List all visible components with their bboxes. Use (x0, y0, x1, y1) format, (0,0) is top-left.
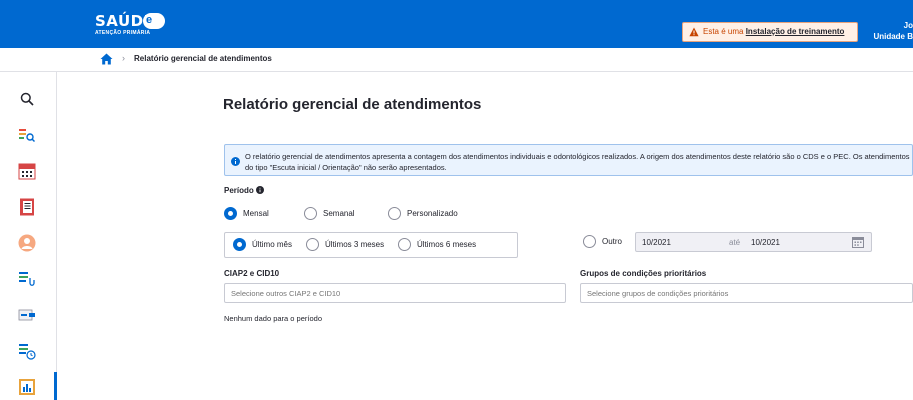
sidebar-item-history[interactable] (14, 338, 40, 364)
sidebar-item-cds[interactable] (14, 194, 40, 220)
groups-select-input[interactable] (580, 283, 913, 303)
sidebar-item-transfer[interactable] (14, 302, 40, 328)
sidebar-item-reports[interactable] (14, 374, 40, 400)
radio-outro[interactable]: Outro (583, 235, 622, 248)
ciap-label: CIAP2 e CID10 (224, 269, 280, 278)
radio-semanal[interactable]: Semanal (304, 207, 355, 220)
date-to: 10/2021 (751, 238, 780, 247)
radio-checked-icon (233, 238, 246, 251)
training-link[interactable]: Instalação de treinamento (746, 27, 845, 36)
logo-subtext: ATENÇÃO PRIMÁRIA (95, 30, 151, 36)
logo-badge: e (143, 13, 165, 29)
sidebar-item-citizen[interactable] (14, 230, 40, 256)
info-icon[interactable] (256, 186, 265, 194)
radio-mensal[interactable]: Mensal (224, 207, 269, 220)
main-content: Relatório gerencial de atendimentos O re… (57, 72, 913, 400)
user-unit: Unidade B (873, 32, 913, 41)
sidebar-item-attendances[interactable] (14, 266, 40, 292)
groups-label: Grupos de condições prioritários (580, 269, 707, 278)
home-icon[interactable] (100, 53, 113, 65)
date-from: 10/2021 (642, 238, 671, 247)
radio-unchecked-icon (398, 238, 411, 251)
list-transfer-icon (18, 309, 35, 321)
alert-text: O relatório gerencial de atendimentos ap… (245, 152, 910, 172)
sidebar (0, 72, 57, 400)
radio-personalizado[interactable]: Personalizado (388, 207, 458, 220)
radio-ultimos-6-meses[interactable]: Últimos 6 meses (398, 238, 476, 251)
list-clock-icon (19, 344, 36, 360)
document-icon (20, 198, 34, 216)
sidebar-item-schedule[interactable] (14, 158, 40, 184)
user-name: Jo (903, 21, 913, 30)
breadcrumb: › Relatório gerencial de atendimentos (0, 48, 913, 72)
user-menu[interactable]: Jo Unidade B (873, 20, 913, 42)
list-stethoscope-icon (19, 272, 35, 286)
top-bar: SAÚDE ATENÇÃO PRIMÁRIA e Esta é uma Inst… (0, 0, 913, 48)
search-list-icon (19, 129, 35, 143)
period-label: Período (224, 186, 265, 195)
calendar-icon (18, 163, 36, 180)
date-range-field[interactable]: 10/2021 até 10/2021 (635, 232, 872, 252)
warning-icon (689, 27, 699, 37)
page-title: Relatório gerencial de atendimentos (223, 96, 482, 113)
empty-message: Nenhum dado para o período (224, 314, 322, 323)
calendar-icon[interactable] (852, 236, 864, 248)
radio-checked-icon (224, 207, 237, 220)
search-icon (20, 92, 34, 106)
radio-unchecked-icon (583, 235, 596, 248)
radio-unchecked-icon (388, 207, 401, 220)
info-icon (231, 157, 240, 166)
sidebar-item-search-records[interactable] (14, 122, 40, 148)
radio-unchecked-icon (304, 207, 317, 220)
radio-unchecked-icon (306, 238, 319, 251)
radio-ultimos-3-meses[interactable]: Últimos 3 meses (306, 238, 384, 251)
report-chart-icon (19, 379, 35, 395)
radio-ultimo-mes[interactable]: Último mês (233, 238, 292, 251)
person-icon (18, 234, 36, 252)
breadcrumb-current: Relatório gerencial de atendimentos (134, 54, 272, 63)
esus-logo[interactable]: SAÚDE ATENÇÃO PRIMÁRIA e (95, 12, 167, 38)
info-alert: O relatório gerencial de atendimentos ap… (224, 144, 913, 176)
date-separator: até (729, 238, 741, 247)
training-banner: Esta é uma Instalação de treinamento (682, 22, 858, 42)
ciap-select-input[interactable] (224, 283, 566, 303)
banner-prefix: Esta é uma (703, 27, 744, 36)
sidebar-item-search[interactable] (14, 86, 40, 112)
chevron-right-icon: › (122, 53, 125, 63)
